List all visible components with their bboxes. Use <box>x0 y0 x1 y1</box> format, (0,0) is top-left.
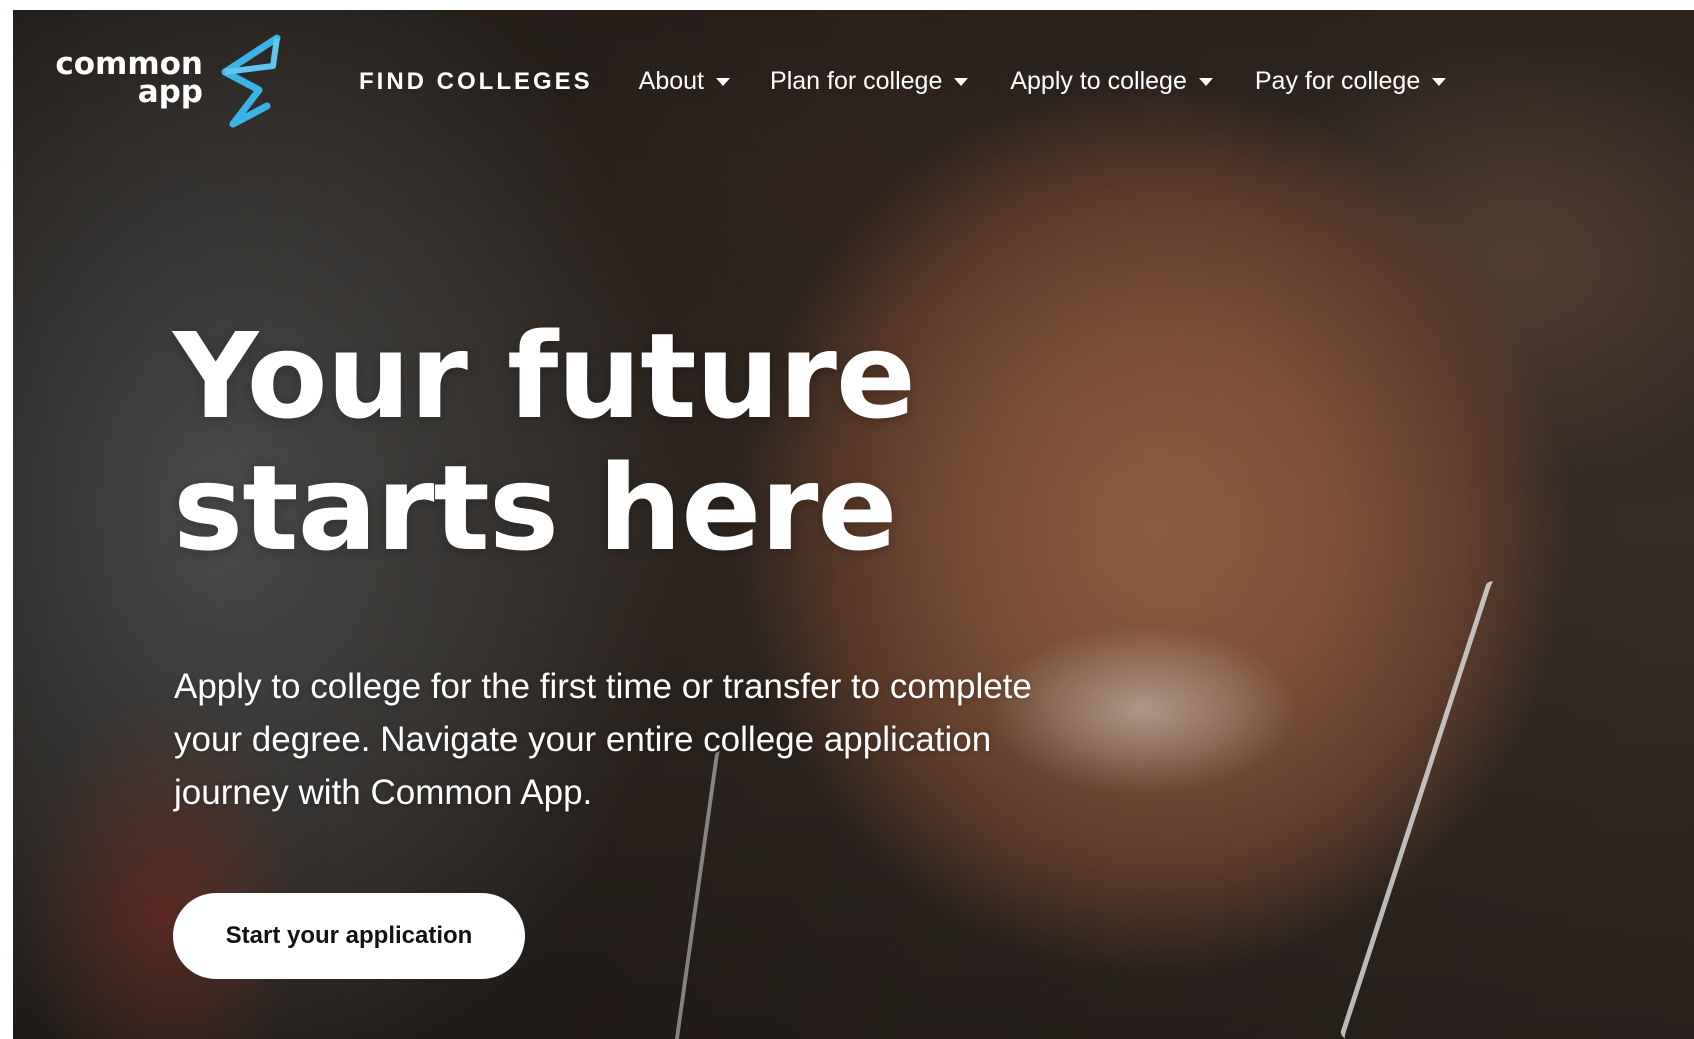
nav-find-colleges-label: FIND COLLEGES <box>359 67 593 95</box>
start-application-button[interactable]: Start your application <box>173 893 525 979</box>
chevron-down-icon <box>954 77 969 86</box>
logo-wordmark-line2: app <box>137 74 203 110</box>
nav-plan-label: Plan for college <box>770 67 943 95</box>
common-app-logo[interactable]: common app <box>53 32 283 132</box>
nav-apply-label: Apply to college <box>1010 67 1187 95</box>
site-header: common app FIND COLLEGES About Plan for … <box>13 10 1694 140</box>
nav-find-colleges[interactable]: FIND COLLEGES <box>359 68 593 96</box>
nav-pay-label: Pay for college <box>1254 67 1421 95</box>
logo-wordmark: common app <box>53 49 203 110</box>
hero-subheading: Apply to college for the first time or t… <box>174 667 1032 812</box>
nav-pay-dropdown[interactable]: Pay for college <box>1254 67 1447 96</box>
hero-headline: Your future starts here <box>173 307 916 577</box>
hero-headline-line1: Your future <box>173 307 916 445</box>
page-frame: common app FIND COLLEGES About Plan for … <box>13 10 1694 1039</box>
nav-apply-dropdown[interactable]: Apply to college <box>1010 67 1213 96</box>
nav-about-label: About <box>638 67 705 95</box>
common-app-logo-icon <box>221 34 281 128</box>
hero-headline-line2: starts here <box>173 439 897 577</box>
chevron-down-icon <box>1432 77 1447 86</box>
main-navigation: FIND COLLEGES About Plan for college App… <box>359 67 1447 96</box>
chevron-down-icon <box>1198 77 1213 86</box>
nav-plan-dropdown[interactable]: Plan for college <box>770 67 969 96</box>
chevron-down-icon <box>716 77 731 86</box>
nav-about-dropdown[interactable]: About <box>638 67 731 96</box>
